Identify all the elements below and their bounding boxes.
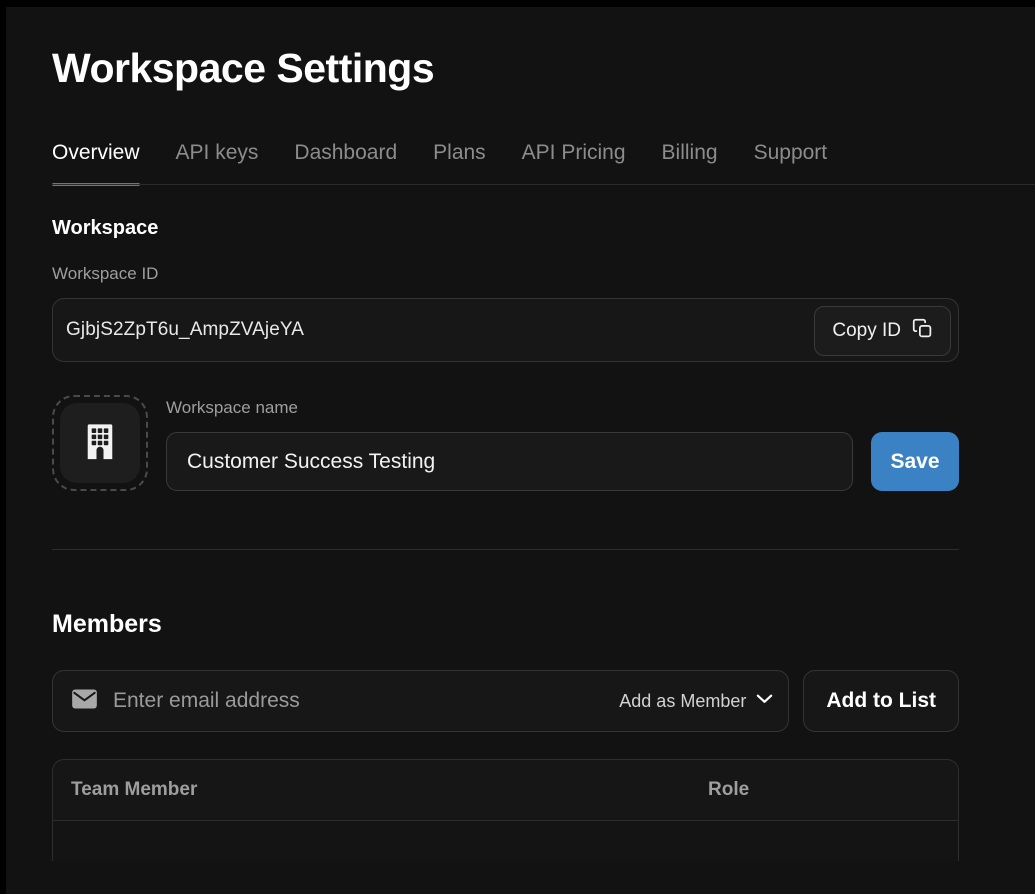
workspace-settings-page: Workspace Settings Overview API keys Das… xyxy=(6,7,1035,894)
copy-icon xyxy=(912,318,933,344)
workspace-name-label: Workspace name xyxy=(166,398,298,417)
tab-overview[interactable]: Overview xyxy=(52,141,140,186)
role-select[interactable]: Add as Member xyxy=(607,691,774,712)
email-input[interactable]: Enter email address xyxy=(71,688,607,715)
tab-bar: Overview API keys Dashboard Plans API Pr… xyxy=(52,135,1035,186)
column-header-role: Role xyxy=(708,779,750,800)
tab-support[interactable]: Support xyxy=(754,141,828,175)
add-to-list-button[interactable]: Add to List xyxy=(803,670,959,732)
workspace-avatar-upload[interactable] xyxy=(52,395,148,491)
workspace-id-label: Workspace ID xyxy=(52,264,159,283)
role-select-value: Add as Member xyxy=(619,690,747,711)
tab-bar-divider xyxy=(52,184,1035,185)
page-title: Workspace Settings xyxy=(52,45,435,91)
email-invite-field: Enter email address Add as Member xyxy=(52,670,790,732)
section-divider xyxy=(52,549,959,550)
tab-billing[interactable]: Billing xyxy=(662,141,718,175)
members-section-title: Members xyxy=(52,610,162,638)
workspace-id-field[interactable]: GjbjS2ZpT6u_AmpZVAjeYA Copy ID xyxy=(52,298,959,362)
workspace-id-value: GjbjS2ZpT6u_AmpZVAjeYA xyxy=(66,319,305,340)
tab-api-keys[interactable]: API keys xyxy=(176,141,259,175)
column-header-team-member: Team Member xyxy=(71,779,198,800)
workspace-name-row: Workspace name Customer Success Testing … xyxy=(52,395,959,491)
save-button[interactable]: Save xyxy=(871,432,959,491)
members-table-body xyxy=(53,821,958,861)
envelope-icon xyxy=(71,688,98,715)
member-invite-row: Enter email address Add as Member Add to… xyxy=(52,670,959,732)
workspace-name-input[interactable]: Customer Success Testing xyxy=(166,432,853,491)
workspace-name-value: Customer Success Testing xyxy=(187,449,436,473)
copy-id-button-label: Copy ID xyxy=(832,320,901,341)
tab-dashboard[interactable]: Dashboard xyxy=(294,141,397,175)
email-input-placeholder: Enter email address xyxy=(113,689,300,712)
copy-id-button[interactable]: Copy ID xyxy=(814,306,951,356)
members-table: Team Member Role xyxy=(52,759,959,861)
settings-content: Workspace Workspace ID GjbjS2ZpT6u_AmpZV… xyxy=(52,217,959,861)
tab-api-pricing[interactable]: API Pricing xyxy=(522,141,626,175)
chevron-down-icon xyxy=(755,692,774,710)
workspace-name-column: Workspace name Customer Success Testing xyxy=(166,398,853,491)
workspace-section-title: Workspace xyxy=(52,217,159,239)
members-table-header: Team Member Role xyxy=(53,760,958,821)
building-icon xyxy=(82,422,118,465)
avatar xyxy=(60,403,140,483)
tabs-row: Overview API keys Dashboard Plans API Pr… xyxy=(52,135,1035,186)
tab-plans[interactable]: Plans xyxy=(433,141,486,175)
